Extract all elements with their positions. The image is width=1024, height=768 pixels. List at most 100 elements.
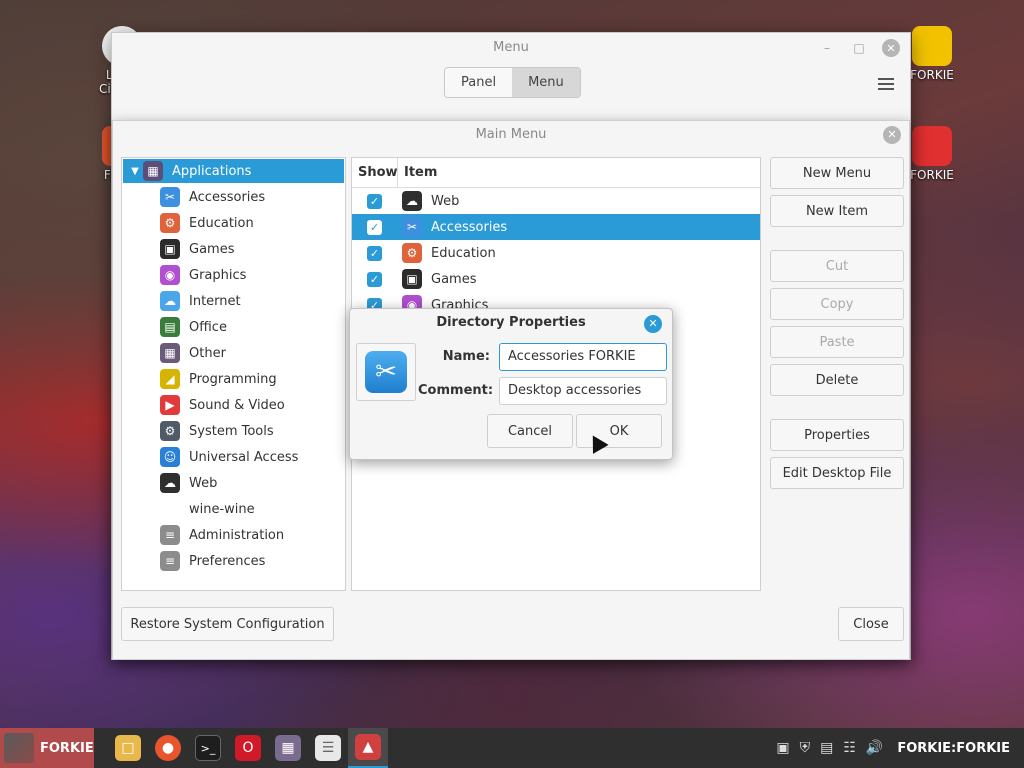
tree-item-other[interactable]: ▦ Other — [122, 340, 345, 366]
close-button[interactable]: Close — [838, 607, 904, 641]
properties-button[interactable]: Properties — [770, 419, 904, 451]
user-label[interactable]: FORKIE:FORKIE — [897, 741, 1010, 756]
tree-item-label: Web — [189, 475, 218, 491]
list-row-label: Web — [431, 193, 460, 209]
tree-item-label: Education — [189, 215, 254, 231]
tree-item-applications[interactable]: ▼ ▦ Applications — [123, 159, 344, 183]
taskbar-menu-editor[interactable]: ▲ — [348, 728, 388, 768]
sound-video-icon: ▶ — [160, 395, 180, 415]
tree-item-label: Administration — [189, 527, 285, 543]
list-row[interactable]: ✓ ⚙ Education — [352, 240, 760, 266]
tree-item-office[interactable]: ▤ Office — [122, 314, 345, 340]
maximize-icon[interactable]: □ — [850, 39, 868, 57]
tree-item-universal-access[interactable]: ☺ Universal Access — [122, 444, 345, 470]
taskbar-files[interactable]: □ — [108, 728, 148, 768]
start-menu-label: FORKIE — [40, 740, 94, 756]
tree-item-label: Accessories — [189, 189, 266, 205]
list-row[interactable]: ✓ ▣ Games — [352, 266, 760, 292]
copy-button[interactable]: Copy — [770, 288, 904, 320]
taskbar-opera[interactable]: O — [228, 728, 268, 768]
list-row-label: Accessories — [431, 219, 508, 235]
paste-button[interactable]: Paste — [770, 326, 904, 358]
accessories-icon: ✂ — [160, 187, 180, 207]
tree-item-label: Games — [189, 241, 235, 257]
minimize-icon[interactable]: – — [818, 39, 836, 57]
clipboard-icon[interactable]: ▣ — [776, 740, 789, 756]
internet-icon: ☁ — [160, 291, 180, 311]
taskbar: FORKIE □ ● >_ O ▦ ☰ ▲ ▣ ⛨ ▤ ☷ 🔊 FORKIE:F… — [0, 728, 1024, 768]
tree-item-web[interactable]: ☁ Web — [122, 470, 345, 496]
show-checkbox[interactable]: ✓ — [367, 219, 382, 235]
office-icon: ▤ — [160, 317, 180, 337]
comment-field[interactable]: Desktop accessories — [499, 377, 667, 405]
programming-icon: ◢ — [160, 369, 180, 389]
tab-panel[interactable]: Panel — [445, 68, 513, 97]
expander-icon[interactable]: ▼ — [127, 166, 143, 177]
tree-item-accessories[interactable]: ✂ Accessories — [122, 184, 345, 210]
network-icon[interactable]: ☷ — [843, 740, 856, 756]
tree-item-wine-wine[interactable]: wine-wine — [122, 496, 345, 522]
close-icon[interactable]: ✕ — [882, 39, 900, 57]
applications-icon: ▦ — [143, 161, 163, 181]
apps-grid-icon: ▦ — [275, 735, 301, 761]
games-icon: ▣ — [402, 269, 422, 289]
show-checkbox[interactable]: ✓ — [367, 245, 382, 261]
close-icon[interactable]: ✕ — [883, 126, 901, 144]
taskbar-apps[interactable]: ▦ — [268, 728, 308, 768]
cancel-button[interactable]: Cancel — [487, 414, 573, 448]
tree-item-preferences[interactable]: ≡ Preferences — [122, 548, 345, 574]
other-icon: ▦ — [160, 343, 180, 363]
tree-item-education[interactable]: ⚙ Education — [122, 210, 345, 236]
preferences-icon: ≡ — [160, 551, 180, 571]
start-menu-icon — [4, 733, 34, 763]
tree-item-administration[interactable]: ≡ Administration — [122, 522, 345, 548]
tree-item-label: Universal Access — [189, 449, 299, 465]
tab-menu[interactable]: Menu — [512, 68, 580, 97]
menu-tree: ▼ ▦ Applications ✂ Accessories ⚙ Education ▣… — [121, 157, 346, 591]
new-item-button[interactable]: New Item — [770, 195, 904, 227]
name-field[interactable]: Accessories FORKIE — [499, 343, 667, 371]
window-title: Menu — [493, 40, 529, 55]
graphics-icon: ◉ — [160, 265, 180, 285]
volume-icon[interactable]: 🔊 — [866, 740, 883, 756]
tree-item-graphics[interactable]: ◉ Graphics — [122, 262, 345, 288]
column-header-show[interactable]: Show — [352, 158, 398, 187]
comment-label: Comment: — [418, 383, 494, 398]
games-icon: ▣ — [160, 239, 180, 259]
administration-icon: ≡ — [160, 525, 180, 545]
taskbar-notes[interactable]: ☰ — [308, 728, 348, 768]
education-icon: ⚙ — [402, 243, 422, 263]
delete-button[interactable]: Delete — [770, 364, 904, 396]
show-checkbox[interactable]: ✓ — [367, 271, 382, 287]
list-row-label: Games — [431, 271, 477, 287]
view-switcher: Panel Menu — [444, 67, 581, 98]
taskbar-firefox[interactable]: ● — [148, 728, 188, 768]
hamburger-menu-icon[interactable] — [878, 75, 894, 93]
list-row[interactable]: ✓ ☁ Web — [352, 188, 760, 214]
taskbar-terminal[interactable]: >_ — [188, 728, 228, 768]
list-row[interactable]: ✓ ✂ Accessories — [352, 214, 760, 240]
new-menu-button[interactable]: New Menu — [770, 157, 904, 189]
shield-icon[interactable]: ⛨ — [800, 740, 811, 756]
universal-access-icon: ☺ — [160, 447, 180, 467]
name-label: Name: — [442, 349, 490, 364]
restore-system-configuration-button[interactable]: Restore System Configuration — [121, 607, 334, 641]
tree-item-internet[interactable]: ☁ Internet — [122, 288, 345, 314]
web-icon: ☁ — [402, 191, 422, 211]
cut-button[interactable]: Cut — [770, 250, 904, 282]
icon-chooser-button[interactable]: ✂ — [356, 343, 416, 401]
edit-desktop-file-button[interactable]: Edit Desktop File — [770, 457, 904, 489]
start-menu-button[interactable]: FORKIE — [0, 728, 94, 768]
close-icon[interactable]: ✕ — [644, 315, 662, 333]
notes-icon: ☰ — [315, 735, 341, 761]
tree-item-games[interactable]: ▣ Games — [122, 236, 345, 262]
tree-item-system-tools[interactable]: ⚙ System Tools — [122, 418, 345, 444]
menu-editor-icon: ▲ — [355, 734, 381, 760]
update-icon[interactable]: ▤ — [820, 740, 833, 756]
tree-item-label: Graphics — [189, 267, 247, 283]
dialog-title-text: Directory Properties — [436, 315, 586, 330]
tree-item-sound-video[interactable]: ▶ Sound & Video — [122, 392, 345, 418]
show-checkbox[interactable]: ✓ — [367, 193, 382, 209]
column-header-item[interactable]: Item — [398, 158, 437, 187]
tree-item-programming[interactable]: ◢ Programming — [122, 366, 345, 392]
